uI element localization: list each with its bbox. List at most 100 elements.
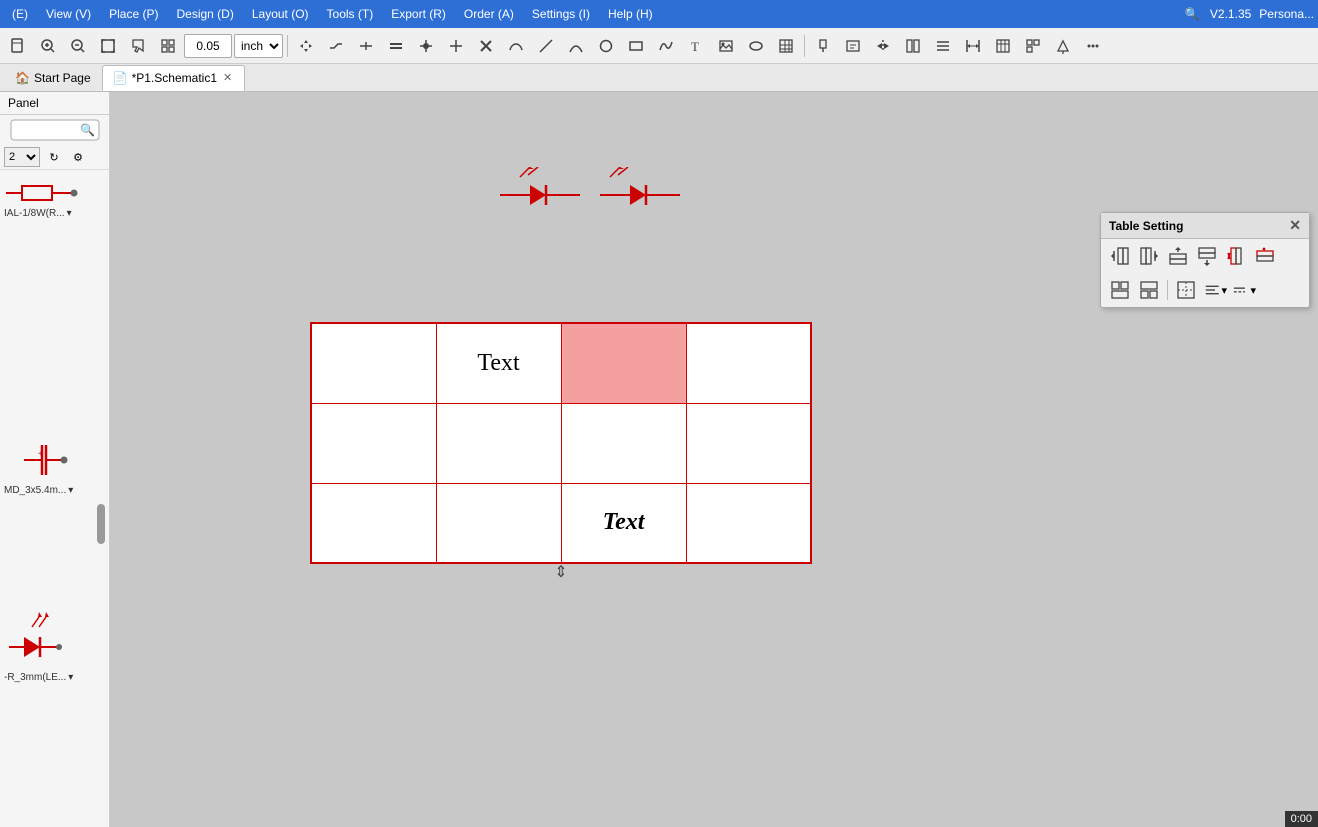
text-button[interactable]: T xyxy=(682,32,710,60)
menu-tools[interactable]: Tools (T) xyxy=(319,4,382,24)
menu-settings[interactable]: Settings (I) xyxy=(524,4,598,24)
noconnect-button[interactable] xyxy=(472,32,500,60)
dist-button[interactable] xyxy=(959,32,987,60)
resistor-label: IAL-1/8W(R... ▾ xyxy=(4,208,72,219)
zoom-in-button[interactable] xyxy=(34,32,62,60)
rect-button[interactable] xyxy=(622,32,650,60)
wire-button[interactable] xyxy=(322,32,350,60)
fit-icon xyxy=(100,38,116,54)
ts-insert-row-below-btn[interactable] xyxy=(1194,243,1220,269)
panel-refresh-btn[interactable]: ↻ xyxy=(44,147,64,167)
capacitor-symbol: + xyxy=(4,435,94,485)
zoom-select[interactable]: 2 1 3 xyxy=(4,147,40,167)
net-button[interactable] xyxy=(352,32,380,60)
component-item-capacitor[interactable]: + MD_3x5.4m... ▾ xyxy=(4,285,105,496)
ts-align-dropdown-btn[interactable]: ▾ xyxy=(1202,277,1228,303)
svg-text:+: + xyxy=(38,449,44,460)
toolbar-sep-1 xyxy=(287,35,288,57)
menu-order[interactable]: Order (A) xyxy=(456,4,522,24)
pin-button[interactable] xyxy=(809,32,837,60)
unit-select[interactable]: inch mm mil xyxy=(234,34,283,58)
table-cell-2-3[interactable] xyxy=(686,483,811,563)
capacitor-label: MD_3x5.4m... ▾ xyxy=(4,485,73,496)
rect-icon xyxy=(628,38,644,54)
table-cell-2-1[interactable] xyxy=(436,483,561,563)
bezier-icon xyxy=(508,38,524,54)
table-cell-0-1[interactable]: Text xyxy=(436,323,561,403)
tab-schematic1-close[interactable]: ✕ xyxy=(221,71,234,84)
table-cell-0-3[interactable] xyxy=(686,323,811,403)
led-dropdown-icon: ▾ xyxy=(68,672,73,683)
table-cell-1-2[interactable] xyxy=(561,403,686,483)
menu-place[interactable]: Place (P) xyxy=(101,4,166,24)
cross-button[interactable] xyxy=(442,32,470,60)
new-button[interactable] xyxy=(4,32,32,60)
menu-help[interactable]: Help (H) xyxy=(600,4,661,24)
ts-line-dropdown-btn[interactable]: ▾ xyxy=(1231,277,1257,303)
col-button[interactable] xyxy=(899,32,927,60)
table-row-1 xyxy=(311,403,811,483)
extra-button[interactable] xyxy=(1079,32,1107,60)
component-item-diode-led[interactable]: -R_3mm(LE... ▾ xyxy=(4,612,105,683)
ellipse-button[interactable] xyxy=(742,32,770,60)
netflag-button[interactable] xyxy=(1049,32,1077,60)
align-button[interactable] xyxy=(929,32,957,60)
fit-button[interactable] xyxy=(94,32,122,60)
arc-button[interactable] xyxy=(562,32,590,60)
bus-button[interactable] xyxy=(382,32,410,60)
menu-view[interactable]: View (V) xyxy=(38,4,99,24)
junction-button[interactable] xyxy=(412,32,440,60)
panel-scrollbar-thumb[interactable] xyxy=(97,504,105,544)
table-cell-0-2[interactable] xyxy=(561,323,686,403)
bezier-button[interactable] xyxy=(502,32,530,60)
spline-button[interactable] xyxy=(652,32,680,60)
ts-split-btn[interactable] xyxy=(1136,277,1162,303)
ts-cell-border-btn[interactable] xyxy=(1173,277,1199,303)
panel-settings-btn[interactable]: ⚙ xyxy=(68,147,88,167)
ts-close-button[interactable]: ✕ xyxy=(1289,217,1301,234)
annotation-button[interactable] xyxy=(839,32,867,60)
ts-insert-col-left-btn[interactable] xyxy=(1107,243,1133,269)
grid-button[interactable] xyxy=(154,32,182,60)
zoom-out-button[interactable] xyxy=(64,32,92,60)
select-button[interactable] xyxy=(124,32,152,60)
mirror-h-button[interactable] xyxy=(869,32,897,60)
col-icon xyxy=(905,38,921,54)
ts-merge-btn[interactable] xyxy=(1107,277,1133,303)
menu-e[interactable]: (E) xyxy=(4,4,36,24)
align-icon xyxy=(935,38,951,54)
left-panel: Panel 🔍 2 1 3 ↻ ⚙ xyxy=(0,92,110,827)
move-button[interactable] xyxy=(292,32,320,60)
tab-schematic1[interactable]: 📄 *P1.Schematic1 ✕ xyxy=(102,65,246,91)
tab-start-page[interactable]: 🏠 Start Page xyxy=(4,65,102,91)
circle-button[interactable] xyxy=(592,32,620,60)
table-cell-1-0[interactable] xyxy=(311,403,436,483)
line-button[interactable] xyxy=(532,32,560,60)
menu-design[interactable]: Design (D) xyxy=(168,4,241,24)
netflag-icon xyxy=(1055,38,1071,54)
table-cell-1-3[interactable] xyxy=(686,403,811,483)
table2-button[interactable] xyxy=(989,32,1017,60)
ts-line-icon xyxy=(1232,280,1250,300)
menu-layout[interactable]: Layout (O) xyxy=(244,4,317,24)
panel-search-bar[interactable]: 🔍 xyxy=(10,119,100,141)
table-cell-0-0[interactable] xyxy=(311,323,436,403)
canvas-area[interactable]: Text Text xyxy=(110,92,1318,827)
table-cell-2-0[interactable] xyxy=(311,483,436,563)
table-cell-2-2[interactable]: Text xyxy=(561,483,686,563)
spread-button[interactable] xyxy=(1019,32,1047,60)
global-search-icon[interactable]: 🔍 xyxy=(1182,4,1202,24)
svg-text:T: T xyxy=(691,39,699,54)
image-button[interactable] xyxy=(712,32,740,60)
ts-delete-row-btn[interactable] xyxy=(1252,243,1278,269)
grid-value-input[interactable]: 0.05 xyxy=(184,34,232,58)
menu-export[interactable]: Export (R) xyxy=(383,4,454,24)
ts-insert-col-right-btn[interactable] xyxy=(1136,243,1162,269)
table-button[interactable] xyxy=(772,32,800,60)
arc-icon xyxy=(568,38,584,54)
ts-insert-row-above-btn[interactable] xyxy=(1165,243,1191,269)
table-cell-1-1[interactable] xyxy=(436,403,561,483)
component-item-resistor[interactable]: IAL-1/8W(R... ▾ xyxy=(4,178,105,219)
schematic-table[interactable]: Text Text xyxy=(310,322,812,564)
ts-delete-col-btn[interactable] xyxy=(1223,243,1249,269)
